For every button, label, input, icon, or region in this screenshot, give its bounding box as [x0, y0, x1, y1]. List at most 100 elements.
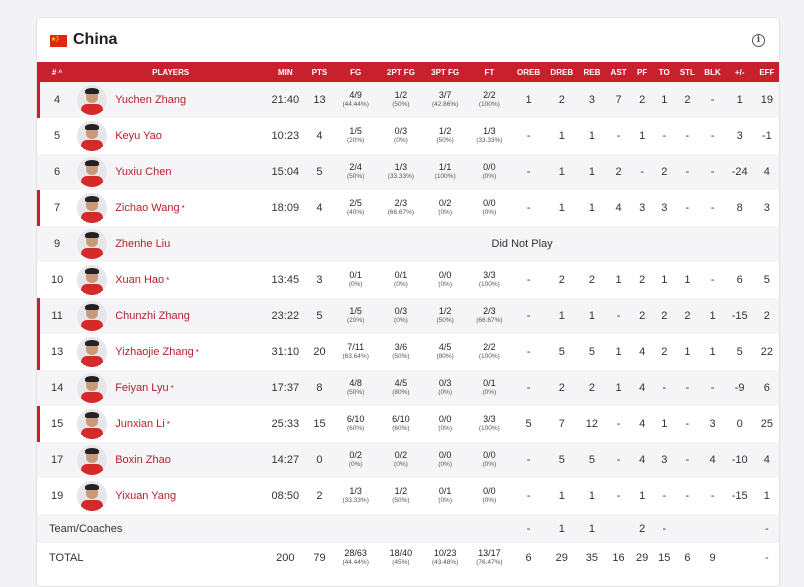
column-header-reb[interactable]: REB: [578, 62, 606, 82]
stat-pf: 4: [639, 382, 646, 394]
player-name-link[interactable]: Xuan Hao: [115, 274, 164, 286]
player-name-link[interactable]: Yuchen Zhang: [115, 94, 186, 106]
stat-pm: 3: [736, 130, 743, 142]
player-avatar: [77, 193, 108, 223]
column-header-player[interactable]: PLAYERS: [77, 62, 264, 82]
table-row: 17 Boxin Zhao 14:27 0 0/2 (0%) 0/2 (0%) 0…: [37, 442, 779, 478]
jersey-number: 6: [54, 166, 61, 178]
stat-stl: 2: [684, 310, 691, 322]
column-header-blk[interactable]: BLK: [699, 62, 725, 82]
player-avatar: [77, 409, 108, 439]
player-name-link[interactable]: Yixuan Yang: [115, 490, 176, 502]
column-header-eff[interactable]: EFF: [754, 62, 779, 82]
table-row: 7 Zichao Wang * 18:09 4 2/5 (40%) 2/3 (66.…: [37, 190, 779, 226]
column-header-to[interactable]: TO: [653, 62, 675, 82]
stat-fg3: 0/0 (0%): [438, 414, 453, 433]
column-header-min[interactable]: MIN: [264, 62, 306, 82]
player-marker: *: [170, 383, 174, 393]
stat-fg2: 0/3 (0%): [394, 306, 408, 325]
stat-min: 17:37: [271, 382, 300, 394]
stat-min: 13:45: [271, 274, 300, 286]
table-row: 6 Yuxiu Chen 15:04 5 2/4 (50%) 1/3 (33.33…: [37, 154, 779, 190]
stat-fg3: 1/1 (100%): [434, 162, 456, 181]
player-cell: Yixuan Yang: [77, 478, 264, 514]
stat-fg: 28/63 (44.44%): [342, 547, 369, 566]
stat-pm: [726, 514, 754, 543]
player-name-link[interactable]: Zhenhe Liu: [115, 238, 170, 250]
column-header-fg2[interactable]: 2PT FG: [379, 62, 423, 82]
stat-pts: 4: [316, 202, 323, 214]
stat-oreb: -: [526, 166, 531, 178]
column-header-num[interactable]: # ^: [37, 62, 77, 82]
player-cell: Boxin Zhao: [77, 442, 264, 478]
stat-fg2: 4/5 (80%): [392, 378, 410, 397]
stat-fg3: 0/3 (0%): [438, 378, 453, 397]
stat-pts: 4: [316, 130, 323, 142]
info-icon[interactable]: i: [752, 34, 765, 47]
stat-oreb: -: [526, 454, 531, 466]
player-avatar: [77, 373, 108, 403]
player-name-link[interactable]: Keyu Yao: [115, 130, 162, 142]
stat-stl: -: [685, 382, 690, 394]
stat-blk: 1: [709, 310, 716, 322]
table-row: 5 Keyu Yao 10:23 4 1/5 (20%) 0/3 (0%) 1/2…: [37, 118, 779, 154]
column-header-ast[interactable]: AST: [606, 62, 631, 82]
column-header-pm[interactable]: +/-: [726, 62, 754, 82]
player-name-link[interactable]: Boxin Zhao: [115, 454, 171, 466]
stat-ft: 2/2 (100%): [478, 90, 500, 109]
column-header-dreb[interactable]: DREB: [546, 62, 578, 82]
stat-fg2: 0/3 (0%): [394, 126, 408, 145]
stat-pm: -9: [734, 382, 745, 394]
stat-ast: -: [616, 454, 621, 466]
stat-fg: 0/1 (0%): [348, 270, 363, 289]
stat-pm: -10: [731, 454, 748, 466]
stat-ast: -: [616, 490, 621, 502]
stat-oreb: 5: [525, 418, 532, 430]
column-header-pf[interactable]: PF: [631, 62, 653, 82]
column-header-fg3[interactable]: 3PT FG: [423, 62, 467, 82]
column-header-pts[interactable]: PTS: [306, 62, 332, 82]
player-name-link[interactable]: Yuxiu Chen: [115, 166, 171, 178]
stat-reb: 2: [588, 382, 595, 394]
stat-to: -: [662, 490, 667, 502]
stat-reb: 1: [588, 130, 595, 142]
table-row: 15 Junxian Li * 25:33 15 6/10 (60%) 6/10 (…: [37, 406, 779, 442]
stat-oreb: 1: [525, 94, 532, 106]
stat-eff: 2: [763, 310, 770, 322]
player-name-link[interactable]: Feiyan Lyu: [115, 382, 168, 394]
column-header-stl[interactable]: STL: [675, 62, 699, 82]
stat-fg3: 0/2 (0%): [438, 198, 453, 217]
stat-blk: -: [710, 382, 715, 394]
stat-dreb: 1: [558, 130, 565, 142]
stat-pf: 2: [639, 94, 646, 106]
team-coaches-row: Team/Coaches - 1 1 2 - -: [37, 514, 779, 543]
stat-pm: 6: [736, 274, 743, 286]
player-cell: Zichao Wang *: [77, 190, 264, 226]
stat-pf: 1: [639, 130, 646, 142]
player-name-link[interactable]: Junxian Li: [115, 418, 165, 430]
stat-ast: 16: [612, 551, 625, 564]
player-name-link[interactable]: Yizhaojie Zhang: [115, 346, 193, 358]
player-name-link[interactable]: Chunzhi Zhang: [115, 310, 190, 322]
stat-ft: 0/0 (0%): [482, 162, 497, 181]
stat-ft: 0/0 (0%): [482, 198, 497, 217]
stat-to: -: [662, 130, 667, 142]
stat-reb: 35: [585, 551, 599, 564]
stat-eff: 5: [763, 274, 770, 286]
player-name-link[interactable]: Zichao Wang: [115, 202, 179, 214]
player-avatar: [77, 229, 108, 259]
stat-blk: [699, 514, 725, 543]
column-header-fg[interactable]: FG: [333, 62, 379, 82]
stat-ast: [606, 514, 631, 543]
player-avatar: [77, 481, 108, 511]
column-header-oreb[interactable]: OREB: [512, 62, 546, 82]
stat-dreb: 5: [558, 454, 565, 466]
column-header-ft[interactable]: FT: [467, 62, 511, 82]
stat-oreb: -: [526, 522, 531, 535]
stat-pf: 3: [639, 202, 646, 214]
stat-blk: 1: [709, 346, 716, 358]
stat-dreb: 5: [558, 346, 565, 358]
stat-dreb: 2: [558, 274, 565, 286]
stat-min: 14:27: [271, 454, 300, 466]
stat-fg: 2/5 (40%): [347, 198, 365, 217]
